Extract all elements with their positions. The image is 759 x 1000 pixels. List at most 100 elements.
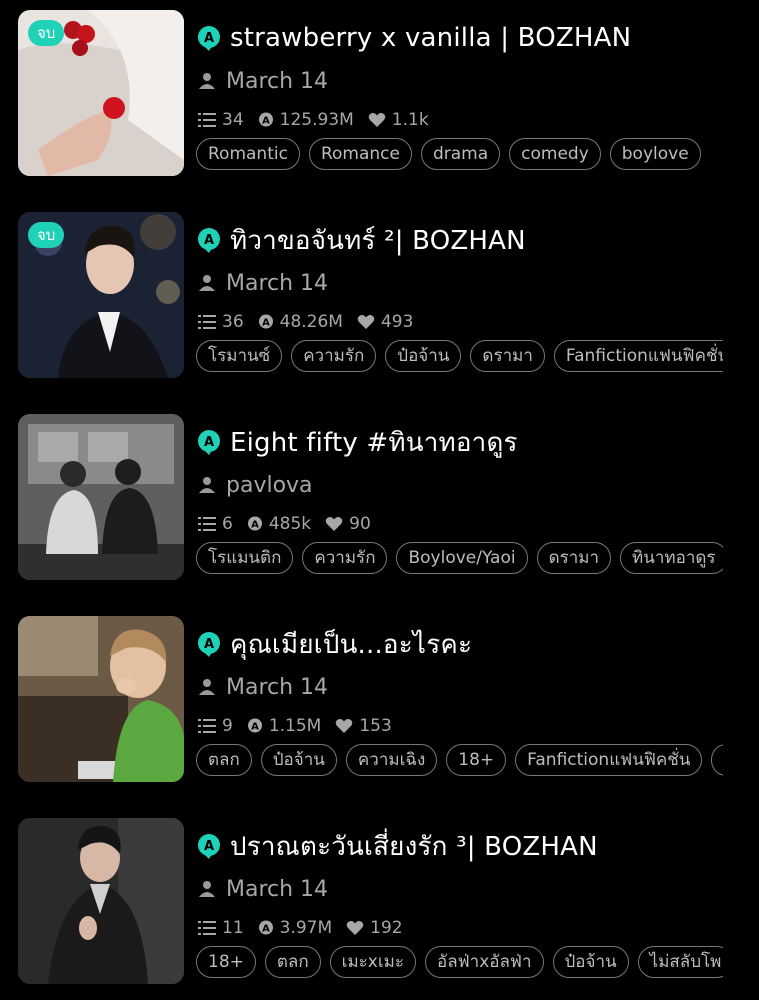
tag-chip[interactable]: ทินาทอาดูร — [620, 542, 723, 574]
story-cover-image[interactable]: จบ — [18, 212, 184, 378]
author-row[interactable]: pavlova — [198, 468, 313, 502]
story-card[interactable]: จบ A strawberry x vanilla | BOZHAN March… — [0, 10, 759, 180]
cover-illustration — [18, 818, 184, 984]
reads-icon: A — [258, 920, 273, 935]
reads-stat: A 125.93M — [258, 110, 354, 130]
author-name: pavlova — [226, 472, 313, 498]
heart-icon — [357, 315, 375, 329]
svg-text:A: A — [251, 722, 259, 733]
tag-chip[interactable]: ความรัก — [291, 340, 377, 372]
author-row[interactable]: March 14 — [198, 670, 328, 704]
story-title-row[interactable]: A Eight fifty #ทินาทอาดูร — [196, 424, 739, 460]
person-icon — [199, 679, 215, 695]
story-list: จบ A strawberry x vanilla | BOZHAN March… — [0, 0, 759, 1000]
tag-chip[interactable]: ไม่สลับโพ — [637, 946, 723, 978]
author-row[interactable]: March 14 — [198, 266, 328, 300]
tag-chip[interactable]: comedy — [509, 138, 601, 170]
svg-text:A: A — [262, 116, 270, 127]
story-cover-image[interactable]: จบ — [18, 10, 184, 176]
reads-count: 48.26M — [279, 312, 343, 332]
tag-chip[interactable]: Fanfictionแฟนฟิคชั่น — [515, 744, 703, 776]
stats-row: 6 A 485k 90 — [198, 512, 385, 536]
story-card[interactable]: A คุณเมียเป็น...อะไรคะ March 14 9 A 1.15… — [0, 616, 759, 786]
story-type-a-icon: A — [198, 228, 220, 253]
tag-chip[interactable]: เมะxเมะ — [329, 946, 417, 978]
tag-chip[interactable]: ป๋อจ้าน — [260, 744, 337, 776]
tag-chip[interactable]: ( — [711, 744, 723, 776]
person-icon — [199, 73, 215, 89]
author-row[interactable]: March 14 — [198, 64, 328, 98]
likes-stat: 90 — [325, 514, 371, 534]
story-cover-image[interactable] — [18, 414, 184, 580]
tag-chip[interactable]: โรมานซ์ — [196, 340, 283, 372]
chapters-stat: 6 — [198, 514, 233, 534]
author-name: March 14 — [226, 876, 329, 902]
list-icon — [198, 315, 216, 329]
heart-icon — [346, 921, 364, 935]
tag-chip[interactable]: ดรามา — [470, 340, 545, 372]
svg-text:A: A — [262, 318, 270, 329]
tag-chip[interactable]: ดรามา — [536, 542, 612, 574]
author-row[interactable]: March 14 — [198, 872, 328, 906]
tag-chip[interactable]: Fanfictionแฟนฟิคชั่น — [553, 340, 723, 372]
story-type-a-icon: A — [198, 632, 220, 657]
story-title: Eight fifty #ทินาทอาดูร — [230, 427, 518, 458]
reads-icon: A — [258, 112, 273, 127]
tag-chip[interactable]: boylove — [609, 138, 701, 170]
tag-chip[interactable]: drama — [420, 138, 501, 170]
list-icon — [198, 517, 216, 531]
story-title: คุณเมียเป็น...อะไรคะ — [230, 629, 473, 660]
story-title-row[interactable]: A strawberry x vanilla | BOZHAN — [196, 20, 739, 56]
cover-illustration — [18, 616, 184, 782]
likes-count: 1.1k — [391, 110, 429, 130]
story-title-row[interactable]: A คุณเมียเป็น...อะไรคะ — [196, 626, 739, 662]
tag-chip[interactable]: Romantic — [196, 138, 300, 170]
stats-row: 9 A 1.15M 153 — [198, 714, 406, 738]
completed-badge: จบ — [28, 222, 65, 248]
story-title-row[interactable]: A ทิวาขอจันทร์ ²| BOZHAN — [196, 222, 739, 258]
tag-chip[interactable]: Romance — [308, 138, 412, 170]
tag-chip[interactable]: ป๋อจ้าน — [552, 946, 629, 978]
tag-chip[interactable]: ความเฉิง — [345, 744, 438, 776]
author-name: March 14 — [226, 674, 329, 700]
tags-row: โรแมนติก ความรัก Boylove/Yaoi ดรามา ทินาทอาด… — [196, 542, 723, 576]
story-cover-image[interactable] — [18, 818, 184, 984]
story-title-row[interactable]: A ปราณตะวันเสี่ยงรัก ³| BOZHAN — [196, 828, 739, 864]
svg-text:A: A — [204, 839, 214, 854]
reads-stat: A 48.26M — [258, 312, 343, 332]
reads-stat: A 3.97M — [258, 918, 332, 938]
svg-text:A: A — [262, 924, 270, 935]
story-card[interactable]: จบ A ทิวาขอจันทร์ ²| BOZHAN March 14 36 … — [0, 212, 759, 382]
reads-stat: A 1.15M — [247, 716, 321, 736]
chapters-count: 6 — [222, 514, 233, 534]
list-icon — [198, 921, 216, 935]
chapters-stat: 36 — [198, 312, 244, 332]
likes-stat: 192 — [346, 918, 403, 938]
stats-row: 36 A 48.26M 493 — [198, 310, 427, 334]
person-icon — [199, 477, 215, 493]
likes-stat: 1.1k — [368, 110, 429, 130]
person-icon — [199, 881, 215, 897]
tag-chip[interactable]: ตลก — [196, 744, 252, 776]
list-icon — [198, 113, 216, 127]
svg-text:A: A — [204, 637, 214, 652]
reads-icon: A — [258, 314, 273, 329]
tag-chip[interactable]: Boylove/Yaoi — [396, 542, 528, 574]
story-type-a-icon: A — [198, 26, 220, 51]
chapters-count: 36 — [222, 312, 244, 332]
story-card[interactable]: A Eight fifty #ทินาทอาดูร pavlova 6 A 48… — [0, 414, 759, 584]
tag-chip[interactable]: โรแมนติก — [196, 542, 294, 574]
tag-chip[interactable]: 18+ — [446, 744, 507, 776]
tag-chip[interactable]: ป๋อจ้าน — [385, 340, 462, 372]
tag-chip[interactable]: อัลฟ่าxอัลฟ่า — [425, 946, 544, 978]
heart-icon — [336, 719, 353, 733]
tags-row: โรมานซ์ ความรัก ป๋อจ้าน ดรามา Fanfictionแฟนฟ… — [196, 340, 723, 374]
story-cover-image[interactable] — [18, 616, 184, 782]
tag-chip[interactable]: 18+ — [196, 946, 256, 978]
likes-stat: 153 — [335, 716, 392, 736]
story-card[interactable]: A ปราณตะวันเสี่ยงรัก ³| BOZHAN March 14 … — [0, 818, 759, 988]
tag-chip[interactable]: ตลก — [264, 946, 321, 978]
tag-chip[interactable]: ความรัก — [302, 542, 388, 574]
reads-count: 125.93M — [279, 110, 354, 130]
tags-row: 18+ ตลก เมะxเมะ อัลฟ่าxอัลฟ่า ป๋อจ้าน ไม่สลับ… — [196, 946, 723, 980]
